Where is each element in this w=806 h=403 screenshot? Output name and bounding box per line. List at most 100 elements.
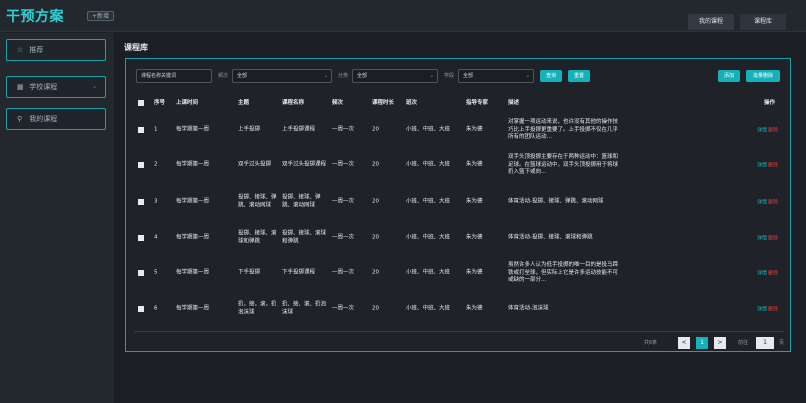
cell-index: 4 xyxy=(154,234,158,241)
row-actions: 详情删除 xyxy=(757,162,778,169)
batch-delete-button[interactable]: 批量删除 xyxy=(746,70,780,82)
pager-goto-label: 前往 xyxy=(738,340,749,346)
cell-time: 每学期第一周 xyxy=(176,161,210,168)
reset-button[interactable]: 重置 xyxy=(568,70,590,82)
term-select-value: 全部 xyxy=(463,73,474,79)
cell-index: 5 xyxy=(154,269,158,276)
course-panel: 课程名称关键词 频次 全部 ⌄ 分类 全部 ⌄ 学段 全部 ⌄ 查询 重置 添加… xyxy=(125,58,791,352)
cell-time: 每学期第一周 xyxy=(176,234,210,241)
delete-link[interactable]: 删除 xyxy=(768,128,778,134)
cell-duration: 20 xyxy=(372,161,379,168)
top-bar: 干预方案 +新增 我的课程 课程库 xyxy=(0,0,806,32)
cell-index: 3 xyxy=(154,198,158,205)
pagination: 共6条 < 1 > 前往 1 页 xyxy=(126,337,790,349)
detail-link[interactable]: 详情 xyxy=(757,163,767,169)
category-select[interactable]: 全部 ⌄ xyxy=(352,69,438,83)
add-button[interactable]: 添加 xyxy=(718,70,740,82)
term-select[interactable]: 全部 ⌄ xyxy=(458,69,534,83)
pager-goto-input[interactable]: 1 xyxy=(756,337,774,349)
filter-bar: 课程名称关键词 频次 全部 ⌄ 分类 全部 ⌄ 学段 全部 ⌄ 查询 重置 添加… xyxy=(136,69,782,83)
col-expert: 指导专家 xyxy=(466,100,489,106)
table-divider xyxy=(134,331,784,332)
cell-expert: 朱为德 xyxy=(466,234,483,241)
course-library-button[interactable]: 课程库 xyxy=(740,14,786,30)
row-actions: 详情删除 xyxy=(757,306,778,313)
col-duration: 课程时长 xyxy=(372,100,395,106)
star-icon: ☆ xyxy=(17,46,24,54)
page-title: 课程库 xyxy=(124,43,148,52)
freq-label: 频次 xyxy=(218,73,229,79)
cell-freq: 一周一次 xyxy=(332,269,355,276)
cell-expert: 朱为德 xyxy=(466,269,483,276)
sidebar-item-school-course[interactable]: ▦ 学校课程 ⌄ xyxy=(6,76,106,98)
term-label: 学段 xyxy=(444,73,455,79)
category-label: 分类 xyxy=(338,73,349,79)
new-badge[interactable]: +新增 xyxy=(87,11,115,21)
delete-link[interactable]: 删除 xyxy=(768,307,778,313)
col-level: 班次 xyxy=(406,100,418,106)
table-row: 5 每学期第一周 下手投掷 下手投掷课程 一周一次 20 小班、中班、大班 朱为德 虽然许多人认… xyxy=(134,255,784,291)
cell-level: 小班、中班、大班 xyxy=(406,234,451,241)
chevron-down-icon: ⌄ xyxy=(323,73,328,79)
cell-level: 小班、中班、大班 xyxy=(406,161,451,168)
delete-link[interactable]: 删除 xyxy=(768,200,778,206)
cell-topic: 双手过头投掷 xyxy=(238,161,272,168)
delete-link[interactable]: 删除 xyxy=(768,271,778,277)
select-all-checkbox[interactable] xyxy=(138,100,144,106)
cell-expert: 朱为德 xyxy=(466,161,483,168)
col-desc: 描述 xyxy=(508,100,520,106)
row-checkbox[interactable] xyxy=(138,162,144,168)
detail-link[interactable]: 详情 xyxy=(757,128,767,134)
row-checkbox[interactable] xyxy=(138,199,144,205)
pager-page-button[interactable]: 1 xyxy=(696,337,708,349)
cell-topic: 投掷、接球、弹跳、滚动网球 xyxy=(238,194,277,209)
delete-link[interactable]: 删除 xyxy=(768,163,778,169)
col-ops: 操作 xyxy=(764,100,776,106)
row-checkbox[interactable] xyxy=(138,235,144,241)
table-row: 2 每学期第一周 双手过头投掷 双手过头投掷课程 一周一次 20 小班、中班、大班 朱为德 双手… xyxy=(134,148,784,182)
cell-index: 2 xyxy=(154,161,158,168)
cell-desc: 双手头顶投掷主要存在于两种运动中：篮球和足球。在篮球运动中，双手头顶投掷用于将球… xyxy=(508,153,619,175)
sidebar-item-my-course[interactable]: ⚲ 我的课程 xyxy=(6,108,106,130)
table-header: 序号 上课时间 主题 课程名称 频次 课程时长 班次 指导专家 描述 操作 xyxy=(134,97,784,109)
delete-link[interactable]: 删除 xyxy=(768,236,778,242)
keyword-input[interactable]: 课程名称关键词 xyxy=(136,69,212,83)
row-actions: 详情删除 xyxy=(757,270,778,277)
freq-select[interactable]: 全部 ⌄ xyxy=(232,69,332,83)
chevron-down-icon: ⌄ xyxy=(429,73,434,79)
cell-freq: 一周一次 xyxy=(332,161,355,168)
row-checkbox[interactable] xyxy=(138,127,144,133)
cell-topic: 上手投掷 xyxy=(238,126,261,133)
my-course-button[interactable]: 我的课程 xyxy=(688,14,734,30)
cell-desc: 对掌握一项运动来说，也许没有其他的操作技巧比上手投掷更重要了。上手投掷不仅在几乎… xyxy=(508,118,619,140)
detail-link[interactable]: 详情 xyxy=(757,236,767,242)
cell-desc: 体育活动-投掷、接球、滚球和弹跳 xyxy=(508,234,593,241)
detail-link[interactable]: 详情 xyxy=(757,200,767,206)
row-actions: 详情删除 xyxy=(757,199,778,206)
col-index: 序号 xyxy=(154,100,166,106)
search-button[interactable]: 查询 xyxy=(540,70,562,82)
sidebar: ☆ 推荐 ▦ 学校课程 ⌄ ⚲ 我的课程 xyxy=(0,33,114,403)
sidebar-item-recommend[interactable]: ☆ 推荐 xyxy=(6,39,106,61)
row-checkbox[interactable] xyxy=(138,270,144,276)
pager-prev-button[interactable]: < xyxy=(678,337,690,349)
detail-link[interactable]: 详情 xyxy=(757,271,767,277)
detail-link[interactable]: 详情 xyxy=(757,307,767,313)
cell-expert: 朱为德 xyxy=(466,198,483,205)
freq-select-value: 全部 xyxy=(237,73,248,79)
pager-unit-label: 页 xyxy=(779,340,785,346)
category-select-value: 全部 xyxy=(357,73,368,79)
cell-expert: 朱为德 xyxy=(466,126,483,133)
row-checkbox[interactable] xyxy=(138,306,144,312)
school-icon: ▦ xyxy=(17,83,24,91)
col-time: 上课时间 xyxy=(176,100,199,106)
cell-topic: 投掷、接球、滚球和弹跳 xyxy=(238,230,277,245)
pager-next-button[interactable]: > xyxy=(714,337,726,349)
cell-level: 小班、中班、大班 xyxy=(406,269,451,276)
cell-desc: 虽然许多人认为低手投掷的唯一目的是投马蹄铁或打垒球，但实际上它是许多运动技能不可… xyxy=(508,261,619,283)
cell-freq: 一周一次 xyxy=(332,126,355,133)
cell-course: 双手过头投掷课程 xyxy=(282,161,327,168)
cell-time: 每学期第一周 xyxy=(176,269,210,276)
cell-time: 每学期第一周 xyxy=(176,305,210,312)
row-actions: 详情删除 xyxy=(757,127,778,134)
